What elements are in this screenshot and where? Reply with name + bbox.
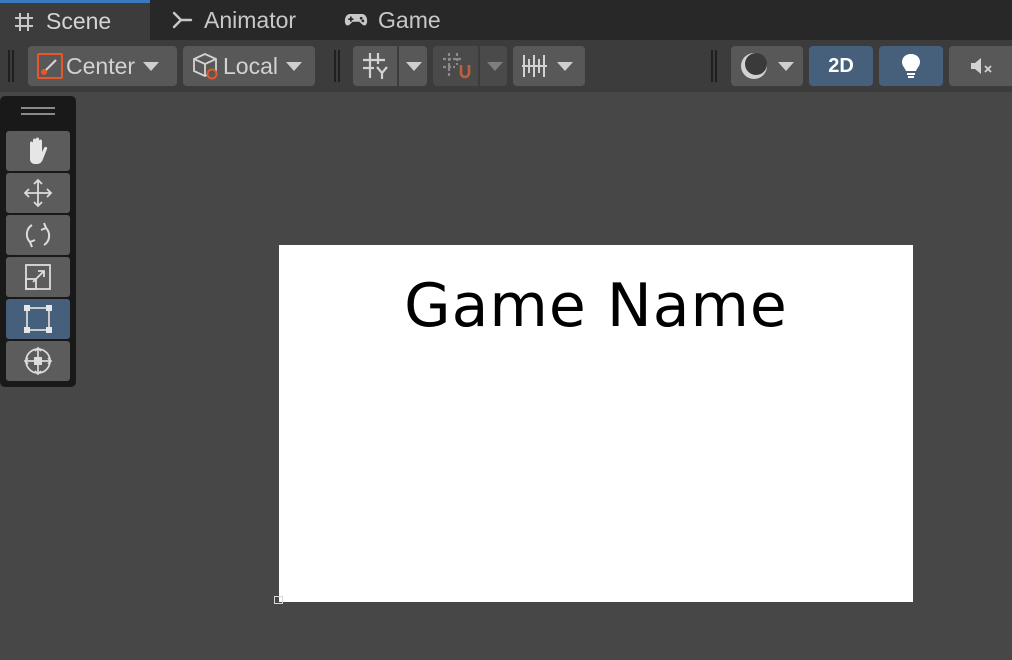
move-tool[interactable] [6,173,70,213]
space-mode-dropdown[interactable]: Local [183,46,315,86]
rect-corner-handle[interactable] [274,596,283,604]
pivot-center-icon [36,52,64,80]
rect-tool[interactable] [6,299,70,339]
toolbar-grip[interactable] [8,50,14,82]
audio-toggle[interactable] [949,46,1012,86]
increment-snap-dropdown[interactable] [513,46,585,86]
chevron-down-icon [778,61,794,71]
rotate-tool[interactable] [6,215,70,255]
rotate-icon [22,219,54,251]
grid-snap-dropdown[interactable] [433,46,507,86]
snap-icon [441,51,473,81]
shading-mode-icon [738,50,770,82]
chevron-down-icon [487,61,503,71]
scene-lighting-toggle[interactable] [879,46,943,86]
hand-icon [22,135,54,167]
tab-scene[interactable]: Scene [0,0,150,40]
chevron-down-icon [285,61,302,71]
palette-drag-handle[interactable] [21,107,55,115]
hash-icon [12,10,36,34]
toggle-2d-label: 2D [828,54,854,77]
chevron-down-icon [557,61,573,71]
increment-snap-icon [521,53,549,79]
toolbar-grip[interactable] [334,50,340,82]
shading-mode-dropdown[interactable] [731,46,803,86]
chevron-down-icon [143,61,160,71]
audio-mute-icon [969,55,995,77]
pivot-mode-dropdown[interactable]: Center [28,46,177,86]
tab-game[interactable]: Game [316,0,461,40]
scale-icon [23,262,53,292]
toolbar-grip[interactable] [711,50,717,82]
scene-view: Scene Animator Game Center Local 2D Game… [0,0,1012,660]
animator-icon [170,8,194,32]
rect-transform-icon [22,303,54,335]
pivot-mode-label: Center [66,52,136,79]
tab-animator[interactable]: Animator [150,0,316,40]
grid-visibility-dropdown[interactable] [353,46,427,86]
hand-tool[interactable] [6,131,70,171]
tab-bar: Scene Animator Game [0,0,1012,40]
transform-tool[interactable] [6,341,70,381]
chevron-down-icon [406,61,422,71]
transform-icon [21,344,55,378]
gamepad-icon [344,8,368,32]
tab-label: Scene [46,8,112,34]
lighting-icon [900,53,922,79]
tool-palette [0,96,76,387]
game-canvas[interactable]: Game Name [279,245,913,602]
grid-icon [361,51,391,81]
local-space-icon [191,51,221,81]
game-title-text[interactable]: Game Name [279,271,913,341]
move-icon [21,176,55,210]
tab-label: Game [378,6,441,33]
scale-tool[interactable] [6,257,70,297]
tab-label: Animator [204,6,297,33]
toggle-2d-button[interactable]: 2D [809,46,873,86]
scene-toolbar: Center Local 2D [0,40,1012,92]
space-mode-label: Local [223,52,278,79]
